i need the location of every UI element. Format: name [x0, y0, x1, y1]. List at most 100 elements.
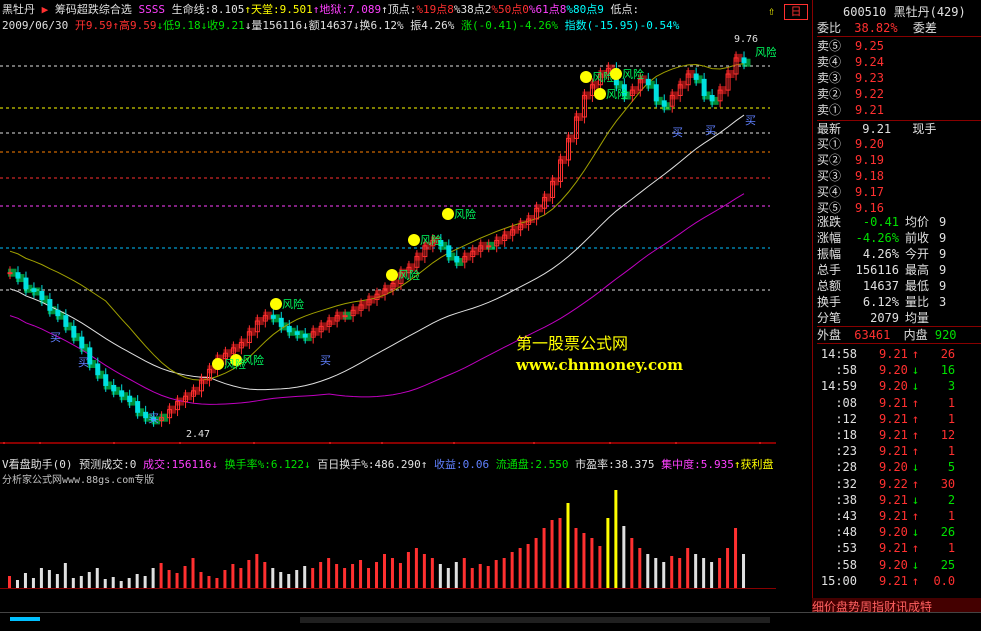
stat-row-3: 总手 156116 最高 9 — [817, 262, 981, 278]
volume-bar — [287, 574, 291, 588]
volume-bar — [319, 562, 323, 588]
smiley-icon — [270, 298, 282, 310]
tick-price: 9.21 — [879, 347, 908, 361]
latest-row: 最新 9.21 现手 — [817, 120, 981, 137]
buy-price: 9.16 — [855, 201, 884, 215]
stat-value: 14637 — [862, 279, 900, 293]
volume-bar — [694, 554, 698, 588]
buy-label: 买 — [705, 124, 716, 137]
tick-time: :58 — [835, 363, 857, 378]
tick-row-10: :43 9.21 ↑ 1 — [817, 508, 981, 524]
tick-time: :28 — [835, 460, 857, 475]
ohlc-item-8: 振4.26% — [403, 19, 455, 32]
tick-vol: 26 — [940, 347, 956, 361]
volume-bar — [534, 538, 538, 588]
volume-bar — [614, 490, 618, 588]
volume-bar — [606, 518, 610, 588]
dropdown-arrow-icon[interactable]: ▶ — [42, 3, 49, 16]
stat-value: -0.41 — [862, 215, 900, 229]
tick-row-12: :53 9.21 ↑ 1 — [817, 540, 981, 556]
volume-bar — [103, 579, 107, 588]
volume-bar — [47, 570, 51, 588]
tick-dir-icon: ↑ — [911, 411, 920, 426]
tick-row-13: :58 9.20 ↓ 25 — [817, 557, 981, 573]
date-axis-line — [0, 442, 776, 444]
tick-row-2: 14:59 9.20 ↓ 3 — [817, 378, 981, 394]
candle-body — [95, 363, 101, 376]
header-line-1: 黑牡丹 ▶ 筹码超跌综合选 SSSS 生命线:8.105↑天堂:9.501↑地狱… — [2, 2, 639, 17]
tick-time: :53 — [835, 541, 857, 556]
candle-body — [15, 272, 21, 279]
volume-bar — [199, 572, 203, 588]
sell-row-0: 卖⑤ 9.25 — [817, 38, 981, 54]
tick-price: 9.21 — [879, 492, 908, 507]
volume-bar — [566, 503, 570, 588]
tick-dir-icon: ↓ — [911, 363, 920, 378]
header-item-5: %19点8 — [416, 3, 454, 16]
status-progress-2 — [300, 617, 770, 623]
stat-row-6: 分笔 2079 均量 — [817, 310, 981, 326]
latest-label: 最新 — [817, 122, 842, 136]
tick-vol: 2 — [947, 492, 956, 507]
stock-name[interactable]: 黑牡丹 — [2, 3, 35, 16]
tick-price: 9.21 — [879, 509, 908, 523]
high-label: 9.76 — [734, 34, 758, 45]
buy-label: 买 — [50, 331, 61, 344]
candle-body — [39, 290, 45, 301]
buy-row-2: 买③ 9.18 — [817, 168, 981, 184]
stat-label-2: 最高 — [905, 263, 930, 277]
volume-bar — [279, 572, 283, 588]
tick-price: 9.21 — [879, 541, 908, 556]
stat-row-5: 换手 6.12% 量比 3 — [817, 294, 981, 310]
volume-chart[interactable]: 400000200000 — [0, 470, 776, 590]
sell-price: 9.21 — [855, 103, 884, 117]
tick-vol: 25 — [940, 557, 956, 572]
tick-price: 9.21 — [879, 444, 908, 459]
tick-row-11: :48 9.20 ↓ 26 — [817, 524, 981, 540]
indicator-name[interactable]: 筹码超跌综合选 — [55, 3, 132, 16]
volume-bar — [590, 538, 594, 588]
tick-dir-icon: ↑ — [911, 395, 920, 410]
volume-bar — [23, 573, 27, 588]
ma-line-olive — [9, 63, 745, 381]
tick-vol: 1 — [947, 541, 956, 556]
volume-bar — [702, 558, 706, 588]
candle-body — [55, 309, 61, 317]
header-item-4: ↑顶点: — [381, 3, 417, 16]
weicha-label: 委差 — [912, 21, 937, 35]
scroll-up-icon[interactable]: ⇧ — [768, 4, 775, 18]
buy-label: 买③ — [817, 169, 842, 183]
candlestick-chart[interactable]: 9.008.007.006.005.004.003.009.21 风险风险风险风… — [0, 34, 776, 444]
candle-body — [270, 315, 276, 319]
header-item-10: 低点: — [603, 3, 640, 16]
tick-time: 15:00 — [820, 573, 857, 588]
ohlc-item-3: ↓低9.18 — [156, 19, 201, 32]
buy-price: 9.19 — [855, 153, 884, 167]
sell-label: 卖④ — [817, 55, 842, 69]
tick-dir-icon: ↑ — [911, 428, 920, 442]
volume-bar — [542, 528, 546, 588]
stat-label-2: 最低 — [905, 279, 930, 293]
tick-time: :48 — [835, 525, 857, 540]
risk-label: 风险 — [606, 87, 628, 101]
tick-row-1: :58 9.20 ↓ 16 — [817, 362, 981, 378]
sell-price: 9.23 — [855, 71, 884, 85]
indicator-values: SSSS 生命线:8.105↑天堂:9.501↑地狱:7.089↑顶点:%19点… — [139, 3, 640, 16]
volume-bar — [734, 528, 738, 588]
volume-bar — [662, 562, 666, 588]
sell-row-3: 卖② 9.22 — [817, 86, 981, 102]
volume-bar — [191, 558, 195, 588]
candle-body — [286, 325, 292, 333]
date-badge[interactable]: 日 — [784, 4, 808, 20]
volume-bar — [430, 558, 434, 588]
volume-bar — [375, 562, 379, 588]
smiley-icon — [386, 269, 398, 281]
panel-stock-name: 黑牡丹 — [893, 5, 930, 19]
ohlc-item-7: ↓换6.12% — [352, 19, 404, 32]
tick-time: 14:59 — [820, 379, 857, 394]
header-item-7: %50点0 — [491, 3, 529, 16]
volume-bar — [215, 578, 219, 588]
ohlc-item-9: 涨(-0.41)-4.26% — [454, 19, 559, 32]
volume-bar — [255, 554, 259, 588]
stat-value-2: 3 — [939, 295, 947, 309]
